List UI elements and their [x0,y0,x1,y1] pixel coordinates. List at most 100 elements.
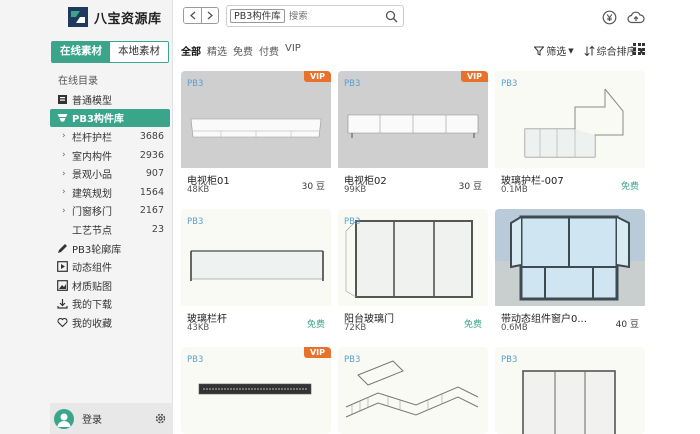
chevron-left-icon [189,11,195,20]
tab-online[interactable]: 在线素材 [52,42,110,62]
back-button[interactable] [184,8,201,23]
nav-item-label: 景观小品 [72,170,112,182]
nav-item-label: 工艺节点 [72,225,112,237]
asset-price: 40 豆 [615,320,639,330]
nav-item-count: 2936 [139,149,164,161]
asset-size: 43KB [187,323,210,333]
nav-heading: 在线目录 [58,76,98,87]
asset-brand: PB3 [187,79,204,89]
logo-icon [68,7,88,27]
nav-item-favorites[interactable]: 我的收藏 [50,313,170,332]
vip-badge: VIP [303,347,331,358]
coin-icon[interactable] [602,10,617,25]
nav-item-label: 室内构件 [72,151,112,163]
asset-card[interactable]: PB3 [338,347,488,434]
nav-item-label: 动态组件 [72,263,112,275]
nav-item-interior[interactable]: › 室内构件 2936 [50,146,170,165]
nav-item-count: 3686 [139,130,164,142]
asset-card[interactable]: PB3 VIP 电视柜01 48KB 30 豆 [181,71,331,197]
asset-thumbnail [495,347,645,434]
asset-thumbnail [338,71,488,168]
tab-local[interactable]: 本地素材 [110,42,168,62]
search-input[interactable] [288,10,384,22]
nav-item-label: 栏杆护栏 [72,132,112,144]
nav-item-downloads[interactable]: 我的下载 [50,295,170,314]
asset-brand: PB3 [344,217,361,227]
nav-item-label: 普通模型 [72,95,112,107]
nav-item-dynamic[interactable]: 动态组件 [50,257,170,276]
nav-item-materials[interactable]: 材质贴图 [50,276,170,295]
nav-item-architecture[interactable]: › 建筑规划 1564 [50,183,170,202]
app-logo: 八宝资源库 [68,6,162,28]
app-title: 八宝资源库 [94,11,162,27]
nav-item-pb3-library[interactable]: PB3构件库 [50,108,170,128]
heart-icon [56,316,68,328]
asset-brand: PB3 [501,355,518,365]
filter-label: 筛选 [546,47,567,58]
asset-brand: PB3 [344,79,361,89]
pencil-icon [56,242,68,254]
nav-item-models[interactable]: 普通模型 [50,90,170,109]
asset-size: 48KB [187,185,210,195]
avatar[interactable] [54,408,74,429]
filter-free[interactable]: 免费 [233,43,253,58]
asset-grid: PB3 VIP 电视柜01 48KB 30 豆 PB3 VIP 电视柜02 99… [174,64,700,434]
filter-dropdown[interactable]: 筛选 ▼ [534,43,574,58]
asset-card[interactable]: PB3 阳台玻璃门 72KB 免费 [338,209,488,335]
search-scope-chip[interactable]: PB3构件库 [230,9,285,23]
chevron-right-icon [207,11,213,20]
nav-item-label: 建筑规划 [72,188,112,200]
nav-item-railings[interactable]: › 栏杆护栏 3686 [50,127,170,146]
toolbar-right: 筛选 ▼ 综合排序 ▼ [534,43,644,58]
nav-tree: 在线目录 普通模型 PB3构件库 › 栏杆护栏 3686 › 室内构件 2936… [50,74,170,332]
asset-card[interactable]: PB3 玻璃栏杆 43KB 免费 [181,209,331,335]
asset-price: 30 豆 [458,182,482,192]
asset-price: 30 豆 [301,182,325,192]
nav-item-label: 我的收藏 [72,318,112,330]
asset-thumbnail [495,209,645,306]
asset-card[interactable]: PB3 VIP [181,347,331,434]
asset-size: 99KB [344,185,367,195]
image-icon [56,279,68,291]
sort-label: 综合排序 [596,47,637,58]
nav-item-count: 907 [145,168,164,180]
filter-paid[interactable]: 付费 [259,43,279,58]
nav-item-label: PB3构件库 [72,114,124,126]
chevron-right-icon: › [62,205,66,216]
play-icon [56,261,68,273]
chevron-right-icon: › [62,187,66,198]
vip-badge: VIP [460,71,488,82]
nav-item-doors-windows[interactable]: › 门窗移门 2167 [50,202,170,221]
layers-icon [56,112,68,124]
asset-card[interactable]: 带动态组件窗户0... 0.6MB 40 豆 [495,209,645,335]
asset-card[interactable]: PB3 VIP 电视柜02 99KB 30 豆 [338,71,488,197]
cloud-upload-icon[interactable] [627,10,645,25]
asset-card[interactable]: PB3 玻璃护栏-007 0.1MB 免费 [495,71,645,197]
filter-tabs: 全部 精选 免费 付费 VIP [181,43,301,58]
asset-brand: PB3 [187,217,204,227]
login-link[interactable]: 登录 [82,411,102,426]
top-bar: PB3构件库 [174,0,700,36]
filter-vip[interactable]: VIP [285,43,301,58]
nav-item-details[interactable]: 工艺节点 23 [50,220,170,239]
search-icon[interactable] [385,10,398,23]
asset-thumbnail [495,71,645,168]
asset-brand: PB3 [344,355,361,365]
filter-featured[interactable]: 精选 [207,43,227,58]
gear-icon[interactable] [154,412,167,425]
caret-down-icon: ▼ [568,46,574,55]
nav-item-count: 23 [151,223,164,235]
nav-item-count: 1564 [139,186,164,198]
asset-thumbnail [338,347,488,434]
sort-icon [584,45,595,56]
asset-price: 免费 [463,320,482,330]
nav-item-landscape[interactable]: › 景观小品 907 [50,164,170,183]
filter-all[interactable]: 全部 [181,43,201,58]
asset-thumbnail [181,71,331,168]
asset-card[interactable]: PB3 [495,347,645,434]
nav-item-count: 2167 [139,205,164,217]
grid-view-icon[interactable] [633,43,645,55]
asset-size: 0.6MB [501,323,528,333]
forward-button[interactable] [201,8,218,23]
nav-item-profiles[interactable]: PB3轮廓库 [50,239,170,258]
